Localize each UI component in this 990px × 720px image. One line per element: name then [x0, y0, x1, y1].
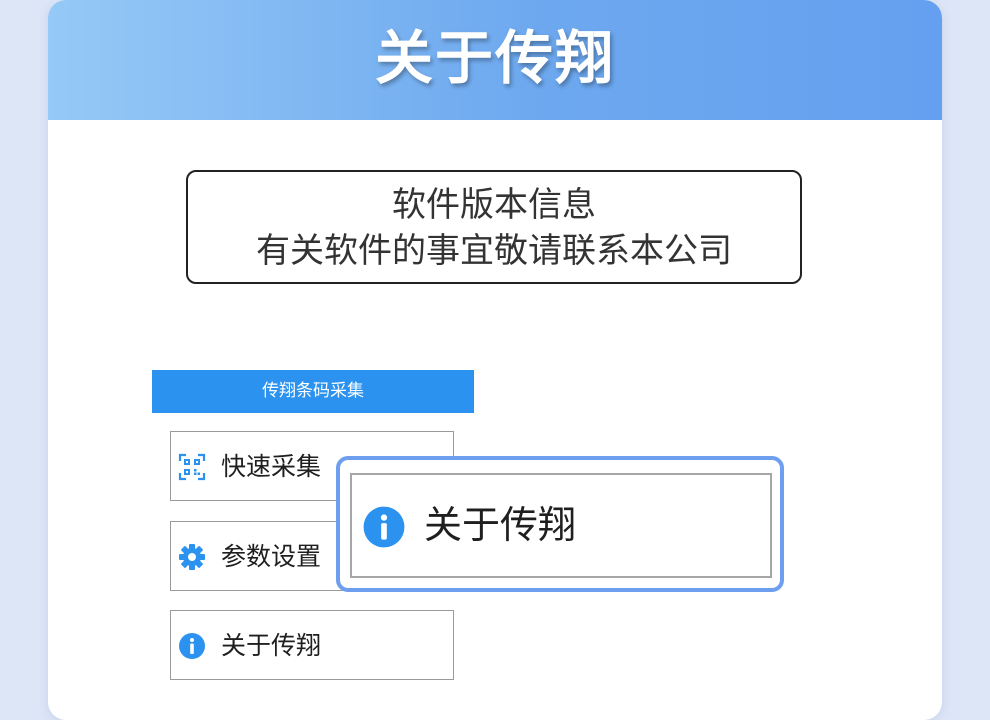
gear-icon	[179, 544, 205, 570]
info-icon	[179, 633, 205, 659]
menu-item-label: 参数设置	[221, 542, 322, 571]
menu-item-label: 快速采集	[221, 452, 322, 481]
version-info-title: 软件版本信息	[392, 185, 596, 225]
zoom-callout: 关于传翔	[336, 456, 784, 592]
qr-scan-icon	[178, 453, 206, 481]
zoomed-menu-item-about[interactable]: 关于传翔	[350, 473, 772, 578]
header-banner: 关于传翔	[48, 0, 942, 120]
app-title-bar: 传翔条码采集	[152, 370, 474, 413]
contact-info-text: 有关软件的事宜敬请联系本公司	[256, 231, 732, 271]
menu-item-about[interactable]: 关于传翔	[170, 610, 454, 680]
version-info-box: 软件版本信息 有关软件的事宜敬请联系本公司	[186, 170, 802, 284]
page-title: 关于传翔	[374, 24, 615, 92]
main-card: 关于传翔 软件版本信息 有关软件的事宜敬请联系本公司 传翔条码采集 快速采集 参…	[48, 0, 942, 720]
info-icon	[363, 506, 405, 548]
zoomed-menu-item-label: 关于传翔	[424, 503, 577, 547]
menu-item-label: 关于传翔	[221, 631, 322, 660]
